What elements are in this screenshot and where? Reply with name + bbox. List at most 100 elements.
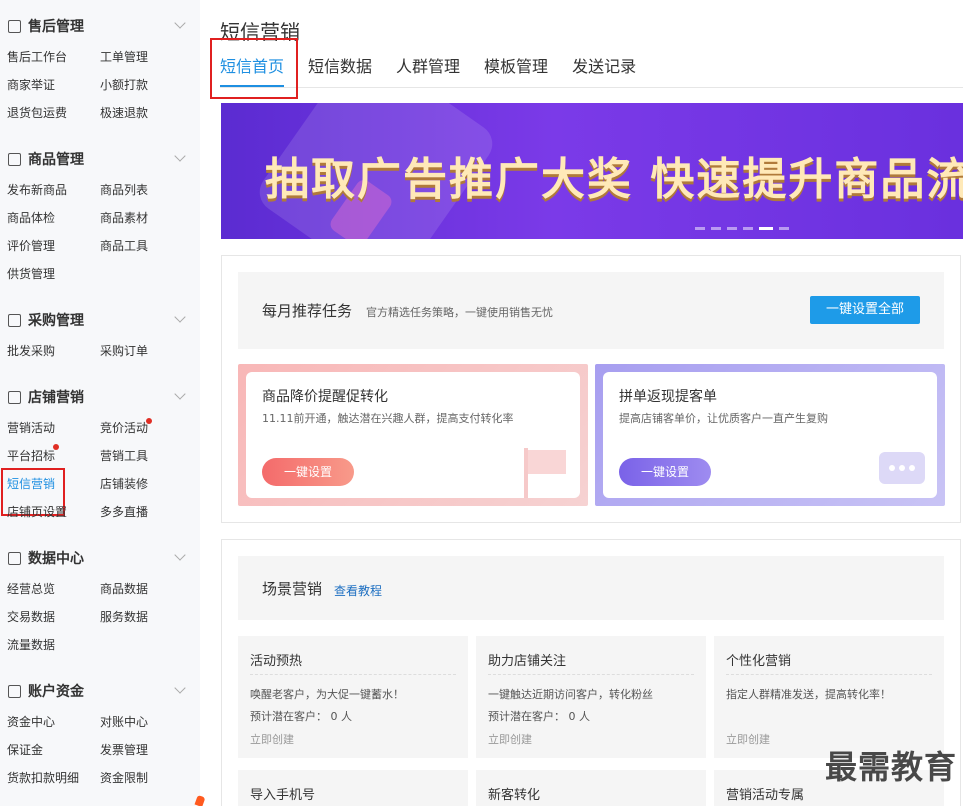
tab-2[interactable]: 短信数据 bbox=[308, 52, 384, 87]
sidebar-item[interactable]: 店铺页设置 bbox=[7, 498, 100, 526]
new-badge-dot bbox=[146, 418, 152, 424]
monthly-task-subtitle: 官方精选任务策略，一键使用销售无忧 bbox=[366, 306, 553, 319]
create-now-link[interactable]: 立即创建 bbox=[488, 731, 532, 747]
task-card-title: 商品降价提醒促转化 bbox=[262, 389, 388, 405]
sidebar-section: 店铺营销营销活动 竞价活动 平台招标 营销工具 短信营销 店铺装修 店铺页设置 多多直播 bbox=[0, 386, 200, 526]
sidebar-item[interactable]: 货款扣款明细 bbox=[7, 764, 100, 792]
sidebar-item[interactable]: 营销工具 bbox=[100, 442, 193, 470]
scene-card-title: 助力店铺关注 bbox=[488, 654, 567, 669]
sidebar-item[interactable]: 极速退款 bbox=[100, 99, 193, 127]
sidebar-section-header[interactable]: 采购管理 bbox=[0, 309, 200, 331]
sidebar-item[interactable]: 商品工具 bbox=[100, 232, 193, 260]
sidebar-item[interactable]: 资金限制 bbox=[100, 764, 193, 792]
chevron-down-icon[interactable] bbox=[174, 549, 186, 561]
monthly-task-panel: 每月推荐任务 官方精选任务策略，一键使用销售无忧 一键设置全部 商品降价提醒促转… bbox=[221, 255, 961, 523]
sidebar-item[interactable]: 保证金 bbox=[7, 736, 100, 764]
banner-dot[interactable] bbox=[695, 227, 705, 230]
task-card-title: 拼单返现提客单 bbox=[619, 389, 717, 405]
banner-dot[interactable] bbox=[759, 227, 773, 230]
scene-card-title: 新客转化 bbox=[488, 788, 541, 803]
sidebar-item[interactable]: 发布新商品 bbox=[7, 176, 100, 204]
sidebar-item[interactable]: 小额打款 bbox=[100, 71, 193, 99]
scene-card[interactable]: 助力店铺关注 一键触达近期访问客户，转化粉丝 预计潜在客户： 0 人 立即创建 bbox=[476, 636, 706, 758]
chevron-down-icon[interactable] bbox=[174, 682, 186, 694]
scene-card-title: 个性化营销 bbox=[726, 654, 792, 669]
sidebar-section-title: 数据中心 bbox=[28, 551, 84, 567]
scene-card[interactable]: 活动预热 唤醒老客户，为大促一键蓄水！ 预计潜在客户： 0 人 立即创建 bbox=[238, 636, 468, 758]
chat-bubble-icon bbox=[879, 452, 925, 484]
banner-dot[interactable] bbox=[711, 227, 721, 230]
create-now-link[interactable]: 立即创建 bbox=[250, 731, 294, 747]
sidebar-item[interactable]: 流量数据 bbox=[7, 631, 100, 659]
banner-dot[interactable] bbox=[743, 227, 753, 230]
scene-card-title: 导入手机号 bbox=[250, 788, 316, 803]
sidebar-section: 数据中心经营总览 商品数据 交易数据 服务数据 流量数据 bbox=[0, 547, 200, 659]
corner-mark bbox=[194, 794, 206, 806]
banner-dot[interactable] bbox=[779, 227, 789, 230]
sidebar-item[interactable]: 评价管理 bbox=[7, 232, 100, 260]
tab-3[interactable]: 人群管理 bbox=[396, 52, 472, 87]
set-all-button[interactable]: 一键设置全部 bbox=[810, 296, 920, 324]
sidebar-item[interactable]: 商品体检 bbox=[7, 204, 100, 232]
sidebar-item[interactable]: 供货管理 bbox=[7, 260, 100, 288]
sidebar-item[interactable]: 平台招标 bbox=[7, 442, 100, 470]
task-card-body: 商品降价提醒促转化 11.11前开通，触达潜在兴趣人群，提高支付转化率 一键设置 bbox=[246, 372, 580, 498]
sidebar-section-header[interactable]: 店铺营销 bbox=[0, 386, 200, 408]
sidebar-item[interactable]: 店铺装修 bbox=[100, 470, 193, 498]
sidebar-item[interactable]: 服务数据 bbox=[100, 603, 193, 631]
scene-card-potential: 预计潜在客户： 0 人 bbox=[250, 710, 352, 723]
task-card-setup-button[interactable]: 一键设置 bbox=[262, 458, 354, 486]
sidebar-item[interactable]: 竞价活动 bbox=[100, 414, 193, 442]
sidebar-item[interactable]: 资金中心 bbox=[7, 708, 100, 736]
scene-card[interactable]: 个性化营销 指定人群精准发送，提高转化率！ 立即创建 bbox=[714, 636, 944, 758]
sidebar-item[interactable]: 商品列表 bbox=[100, 176, 193, 204]
create-now-link[interactable]: 立即创建 bbox=[726, 731, 770, 747]
sidebar-section-header[interactable]: 商品管理 bbox=[0, 148, 200, 170]
sidebar-item[interactable]: 对账中心 bbox=[100, 708, 193, 736]
task-card-desc: 11.11前开通，触达潜在兴趣人群，提高支付转化率 bbox=[262, 412, 514, 425]
scene-card-desc: 一键触达近期访问客户，转化粉丝 bbox=[488, 688, 653, 701]
sidebar-item-grid: 批发采购 采购订单 bbox=[0, 337, 200, 365]
sidebar-section-header[interactable]: 数据中心 bbox=[0, 547, 200, 569]
scene-card-potential: 预计潜在客户： 0 人 bbox=[488, 710, 590, 723]
banner-dot[interactable] bbox=[727, 227, 737, 230]
tab-5[interactable]: 发送记录 bbox=[572, 52, 648, 87]
sidebar-item[interactable]: 交易数据 bbox=[7, 603, 100, 631]
highlight-box-tab bbox=[210, 38, 298, 99]
sidebar-item[interactable]: 售后工作台 bbox=[7, 43, 100, 71]
sidebar-item-grid: 售后工作台 工单管理 商家举证 小额打款 退货包运费 极速退款 bbox=[0, 43, 200, 127]
sidebar-item[interactable]: 退货包运费 bbox=[7, 99, 100, 127]
sidebar-item[interactable]: 采购订单 bbox=[100, 337, 193, 365]
chevron-down-icon[interactable] bbox=[174, 388, 186, 400]
scene-card[interactable]: 导入手机号 bbox=[238, 770, 468, 806]
view-tutorial-link[interactable]: 查看教程 bbox=[334, 582, 382, 599]
sidebar-item[interactable]: 商家举证 bbox=[7, 71, 100, 99]
shop-icon bbox=[8, 390, 21, 404]
task-card-desc: 提高店铺客单价，让优质客户一直产生复购 bbox=[619, 412, 828, 425]
sidebar-item[interactable]: 经营总览 bbox=[7, 575, 100, 603]
chevron-down-icon[interactable] bbox=[174, 150, 186, 162]
scene-card-desc: 唤醒老客户，为大促一键蓄水！ bbox=[250, 688, 404, 701]
sidebar-item[interactable]: 短信营销 bbox=[1, 468, 100, 516]
sidebar-item[interactable]: 营销活动 bbox=[7, 414, 100, 442]
banner-pagination bbox=[695, 227, 789, 230]
tab-bar: 短信首页 短信数据 人群管理 模板管理 发送记录 bbox=[220, 52, 963, 88]
sidebar-section-header[interactable]: 账户资金 bbox=[0, 680, 200, 702]
sidebar-section: 商品管理发布新商品 商品列表 商品体检 商品素材 评价管理 商品工具 供货管理 bbox=[0, 148, 200, 288]
sidebar-item[interactable]: 商品数据 bbox=[100, 575, 193, 603]
tab-4[interactable]: 模板管理 bbox=[484, 52, 560, 87]
chevron-down-icon[interactable] bbox=[174, 17, 186, 29]
chevron-down-icon[interactable] bbox=[174, 311, 186, 323]
scene-card[interactable]: 新客转化 bbox=[476, 770, 706, 806]
task-card-setup-button[interactable]: 一键设置 bbox=[619, 458, 711, 486]
promo-banner[interactable]: 抽取广告推广大奖 快速提升商品流 bbox=[221, 103, 963, 239]
sidebar-item[interactable]: 发票管理 bbox=[100, 736, 193, 764]
sidebar-item[interactable]: 工单管理 bbox=[100, 43, 193, 71]
sidebar-section-title: 采购管理 bbox=[28, 313, 84, 329]
yuan-icon bbox=[8, 684, 21, 698]
sidebar-section-header[interactable]: 售后管理 bbox=[0, 15, 200, 37]
sidebar-item[interactable]: 批发采购 bbox=[7, 337, 100, 365]
sidebar-item[interactable]: 商品素材 bbox=[100, 204, 193, 232]
monthly-task-header: 每月推荐任务 官方精选任务策略，一键使用销售无忧 一键设置全部 bbox=[238, 272, 944, 349]
sidebar-item[interactable]: 多多直播 bbox=[100, 498, 193, 526]
